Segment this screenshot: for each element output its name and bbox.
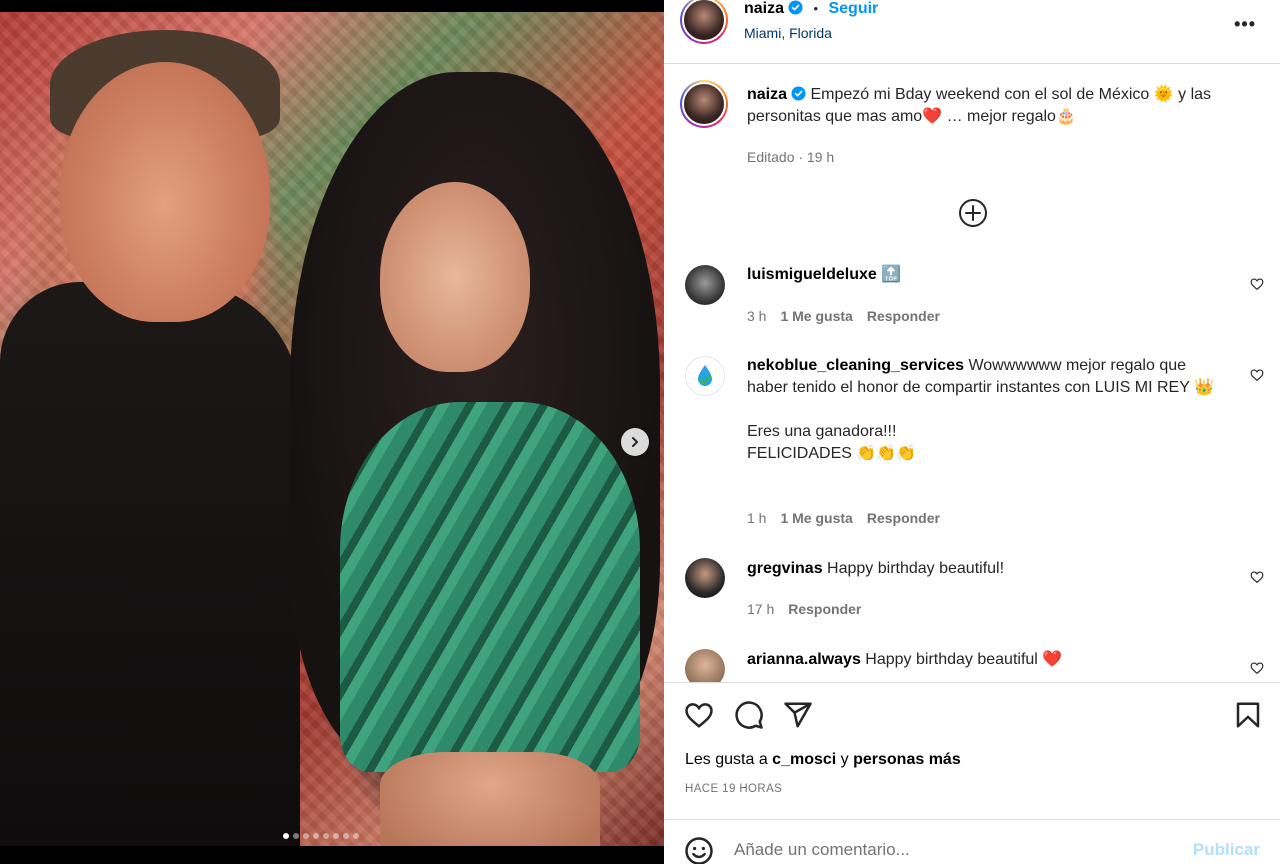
comment-text-line: Eres una ganadora!!! (747, 423, 897, 440)
caption-timestamp: Editado · 19 h (747, 149, 835, 165)
like-comment-heart-icon[interactable] (1250, 570, 1264, 584)
slide-dot (333, 833, 339, 839)
slide-dot (303, 833, 309, 839)
follow-button[interactable]: Seguir (828, 0, 878, 17)
like-comment-heart-icon[interactable] (1250, 277, 1264, 291)
next-slide-button[interactable] (621, 428, 649, 456)
caption-meta: Editado · 19 h (747, 149, 834, 165)
comment-time: 3 h (747, 308, 767, 324)
caption-author-avatar[interactable] (680, 80, 728, 128)
comment-text-line: FELICIDADES 👏👏👏 (747, 445, 917, 462)
verified-badge-icon (791, 86, 806, 101)
slide-dot (353, 833, 359, 839)
post-actions-bar: Les gusta a c_mosci y personas más HACE … (664, 682, 1280, 864)
comment-meta: 3 h 1 Me gusta Responder (747, 308, 940, 324)
post-header: naiza • Seguir Miami, Florida ••• (664, 0, 1280, 64)
author-avatar[interactable] (680, 0, 728, 44)
liked-by-username[interactable]: c_mosci (772, 751, 836, 768)
like-comment-heart-icon[interactable] (1250, 368, 1264, 382)
likes-prefix: Les gusta a (685, 751, 773, 768)
like-comment-heart-icon[interactable] (1250, 661, 1264, 675)
comment-time: 1 h (747, 510, 767, 526)
post-photo[interactable] (0, 12, 664, 846)
header-separator: • (813, 1, 819, 16)
like-heart-icon[interactable] (684, 700, 714, 730)
photo-woman-face (380, 182, 530, 372)
slide-dot (323, 833, 329, 839)
photo-woman-top (340, 402, 640, 772)
slide-indicator (283, 833, 359, 839)
post-side-panel: naiza • Seguir Miami, Florida ••• naiza … (664, 0, 1280, 864)
emoji-smiley-icon[interactable] (684, 836, 714, 864)
photo-man-face (60, 62, 270, 322)
post-location[interactable]: Miami, Florida (744, 25, 832, 41)
comment-username[interactable]: luismigueldeluxe (747, 266, 877, 283)
slide-dot (313, 833, 319, 839)
plus-circle-icon[interactable] (958, 198, 988, 228)
photo-man-body (0, 282, 300, 846)
chevron-right-icon (632, 437, 638, 447)
more-options-button[interactable]: ••• (1234, 14, 1256, 35)
comment-time: 17 h (747, 601, 775, 617)
reply-button[interactable]: Responder (867, 308, 940, 324)
comment-input[interactable] (734, 840, 1174, 860)
comment-text: Happy birthday beautiful! (827, 560, 1005, 577)
comment-username[interactable]: nekoblue_cleaning_services (747, 357, 964, 374)
comment-username[interactable]: gregvinas (747, 560, 823, 577)
slide-dot (293, 833, 299, 839)
publish-button[interactable]: Publicar (1193, 840, 1260, 860)
post-timestamp[interactable]: HACE 19 HORAS (685, 783, 782, 795)
comment-text: Happy birthday beautiful ❤️ (865, 651, 1063, 668)
comment-text: 🔝 (881, 266, 902, 283)
likes-summary: Les gusta a c_mosci y personas más (685, 751, 961, 769)
caption: naiza Empezó mi Bday weekend con el sol … (747, 84, 1247, 128)
comment: luismigueldeluxe 🔝 (747, 264, 1227, 286)
comment: nekoblue_cleaning_services Wowwwwww mejo… (747, 355, 1227, 465)
comment-likes-count[interactable]: 1 Me gusta (780, 510, 852, 526)
comment-meta: 1 h 1 Me gusta Responder (747, 510, 940, 526)
comment-composer: Publicar (664, 819, 1280, 864)
reply-button[interactable]: Responder (788, 601, 861, 617)
share-paper-plane-icon[interactable] (783, 700, 813, 730)
comments-list: naiza Empezó mi Bday weekend con el sol … (664, 65, 1280, 682)
instagram-post-view: naiza • Seguir Miami, Florida ••• naiza … (0, 0, 1280, 864)
likes-mid: y (836, 751, 854, 768)
comment-username[interactable]: arianna.always (747, 651, 861, 668)
water-drop-logo-icon (698, 365, 712, 386)
bookmark-icon[interactable] (1233, 700, 1263, 730)
comment-likes-count[interactable]: 1 Me gusta (780, 308, 852, 324)
slide-dot (283, 833, 289, 839)
photo-woman-midriff (380, 752, 600, 846)
caption-username[interactable]: naiza (747, 86, 787, 103)
commenter-avatar[interactable] (685, 649, 725, 682)
commenter-avatar[interactable] (685, 558, 725, 598)
reply-button[interactable]: Responder (867, 510, 940, 526)
slide-dot (343, 833, 349, 839)
commenter-avatar[interactable] (685, 265, 725, 305)
comment-meta: 17 h Responder (747, 601, 861, 617)
commenter-avatar[interactable] (685, 356, 725, 396)
caption-text: Empezó mi Bday weekend con el sol de Méx… (747, 86, 1212, 125)
comment: gregvinas Happy birthday beautiful! (747, 558, 1227, 580)
comment: arianna.always Happy birthday beautiful … (747, 649, 1227, 671)
author-username[interactable]: naiza (744, 0, 784, 17)
comment-bubble-icon[interactable] (734, 700, 764, 730)
likes-others-link[interactable]: personas más (853, 751, 961, 768)
verified-badge-icon (788, 0, 803, 15)
